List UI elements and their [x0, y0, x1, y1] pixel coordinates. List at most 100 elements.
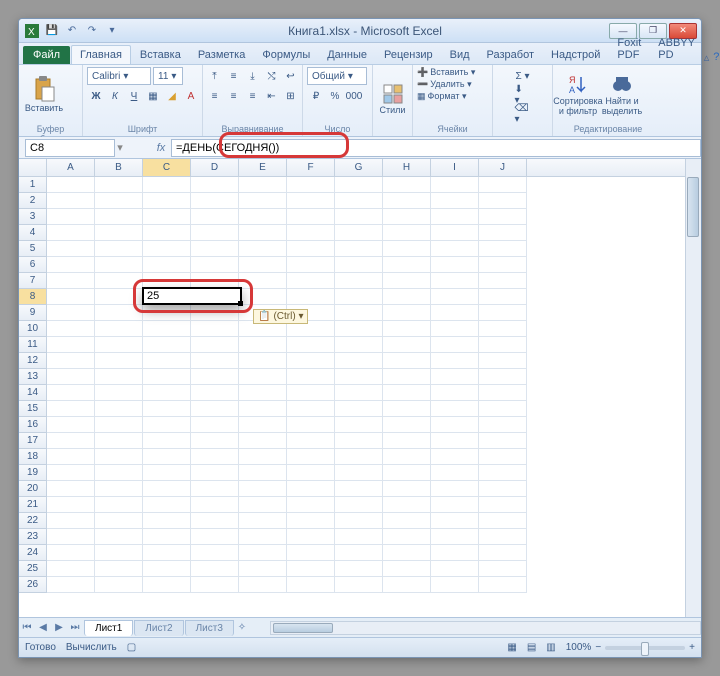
cell[interactable]	[335, 257, 383, 273]
underline-button[interactable]: Ч	[125, 87, 143, 105]
cell[interactable]	[191, 561, 239, 577]
row-header[interactable]: 8	[19, 289, 47, 305]
cell[interactable]	[191, 545, 239, 561]
hscroll-thumb[interactable]	[273, 623, 333, 633]
find-select-button[interactable]: Найти и выделить	[601, 67, 643, 123]
cell[interactable]	[143, 369, 191, 385]
cell[interactable]	[47, 177, 95, 193]
col-header[interactable]: G	[335, 159, 383, 176]
percent-button[interactable]: %	[326, 87, 344, 105]
cell[interactable]	[431, 529, 479, 545]
cell[interactable]	[431, 465, 479, 481]
row-header[interactable]: 22	[19, 513, 47, 529]
cell[interactable]	[239, 209, 287, 225]
cell[interactable]	[143, 561, 191, 577]
cell[interactable]	[47, 257, 95, 273]
cell[interactable]	[335, 481, 383, 497]
cell[interactable]	[95, 545, 143, 561]
cell[interactable]	[47, 385, 95, 401]
tab-addins[interactable]: Надстрой	[543, 46, 608, 64]
cell[interactable]	[335, 369, 383, 385]
row-header[interactable]: 5	[19, 241, 47, 257]
cell[interactable]	[479, 417, 527, 433]
cell[interactable]	[479, 305, 527, 321]
cell[interactable]	[239, 241, 287, 257]
cell[interactable]	[191, 417, 239, 433]
cell[interactable]	[335, 273, 383, 289]
cell[interactable]	[335, 449, 383, 465]
cell[interactable]	[143, 177, 191, 193]
cell[interactable]	[239, 433, 287, 449]
cell[interactable]	[287, 289, 335, 305]
select-all-corner[interactable]	[19, 159, 47, 176]
macro-record-icon[interactable]: ▢	[127, 642, 136, 653]
row-header[interactable]: 9	[19, 305, 47, 321]
row-header[interactable]: 6	[19, 257, 47, 273]
cell[interactable]	[431, 353, 479, 369]
col-header[interactable]: B	[95, 159, 143, 176]
cell[interactable]	[431, 177, 479, 193]
cell[interactable]	[335, 561, 383, 577]
row-header[interactable]: 26	[19, 577, 47, 593]
tab-data[interactable]: Данные	[319, 46, 375, 64]
cell[interactable]	[431, 417, 479, 433]
cell[interactable]	[143, 513, 191, 529]
sort-filter-button[interactable]: ЯА Сортировка и фильтр	[557, 67, 599, 123]
row-header[interactable]: 2	[19, 193, 47, 209]
cell[interactable]	[479, 497, 527, 513]
cell[interactable]	[47, 193, 95, 209]
cell[interactable]	[335, 513, 383, 529]
cell[interactable]	[431, 209, 479, 225]
cell[interactable]	[239, 289, 287, 305]
cell[interactable]	[335, 417, 383, 433]
cell[interactable]	[47, 369, 95, 385]
active-cell[interactable]: 25	[142, 287, 242, 305]
cell[interactable]	[431, 577, 479, 593]
autosum-button[interactable]: Σ ▾	[514, 67, 532, 85]
cell[interactable]	[431, 545, 479, 561]
number-format-combo[interactable]: Общий▾	[307, 67, 367, 85]
comma-button[interactable]: 000	[345, 87, 363, 105]
row-header[interactable]: 11	[19, 337, 47, 353]
col-header[interactable]: E	[239, 159, 287, 176]
align-left-button[interactable]: ≡	[206, 87, 224, 105]
align-center-button[interactable]: ≡	[225, 87, 243, 105]
cell[interactable]	[191, 513, 239, 529]
cell[interactable]	[95, 257, 143, 273]
cell[interactable]	[383, 577, 431, 593]
cell[interactable]	[383, 465, 431, 481]
cell[interactable]	[239, 529, 287, 545]
cell[interactable]	[191, 369, 239, 385]
cell[interactable]	[143, 577, 191, 593]
cell[interactable]	[479, 465, 527, 481]
cell[interactable]	[335, 321, 383, 337]
cell[interactable]	[143, 417, 191, 433]
tab-foxit[interactable]: Foxit PDF	[609, 34, 649, 64]
sheet-tab-active[interactable]: Лист1	[84, 620, 133, 636]
cell[interactable]	[383, 561, 431, 577]
cell[interactable]	[95, 193, 143, 209]
cell[interactable]	[431, 481, 479, 497]
cell[interactable]	[191, 449, 239, 465]
cell[interactable]	[239, 465, 287, 481]
vertical-scrollbar[interactable]	[685, 159, 701, 617]
cell[interactable]	[47, 273, 95, 289]
cell[interactable]	[287, 449, 335, 465]
cell[interactable]	[431, 385, 479, 401]
cell[interactable]	[383, 225, 431, 241]
col-header[interactable]: F	[287, 159, 335, 176]
formula-input[interactable]: =ДЕНЬ(СЕГОДНЯ())	[171, 139, 701, 157]
zoom-slider[interactable]	[605, 646, 685, 650]
cell[interactable]	[47, 321, 95, 337]
cell[interactable]	[431, 321, 479, 337]
cell[interactable]	[143, 465, 191, 481]
cell[interactable]	[143, 529, 191, 545]
cell[interactable]	[287, 241, 335, 257]
cell[interactable]	[383, 337, 431, 353]
cell[interactable]	[143, 385, 191, 401]
row-header[interactable]: 7	[19, 273, 47, 289]
currency-button[interactable]: ₽	[307, 87, 325, 105]
row-header[interactable]: 1	[19, 177, 47, 193]
cell[interactable]	[383, 433, 431, 449]
tab-layout[interactable]: Разметка	[190, 46, 254, 64]
